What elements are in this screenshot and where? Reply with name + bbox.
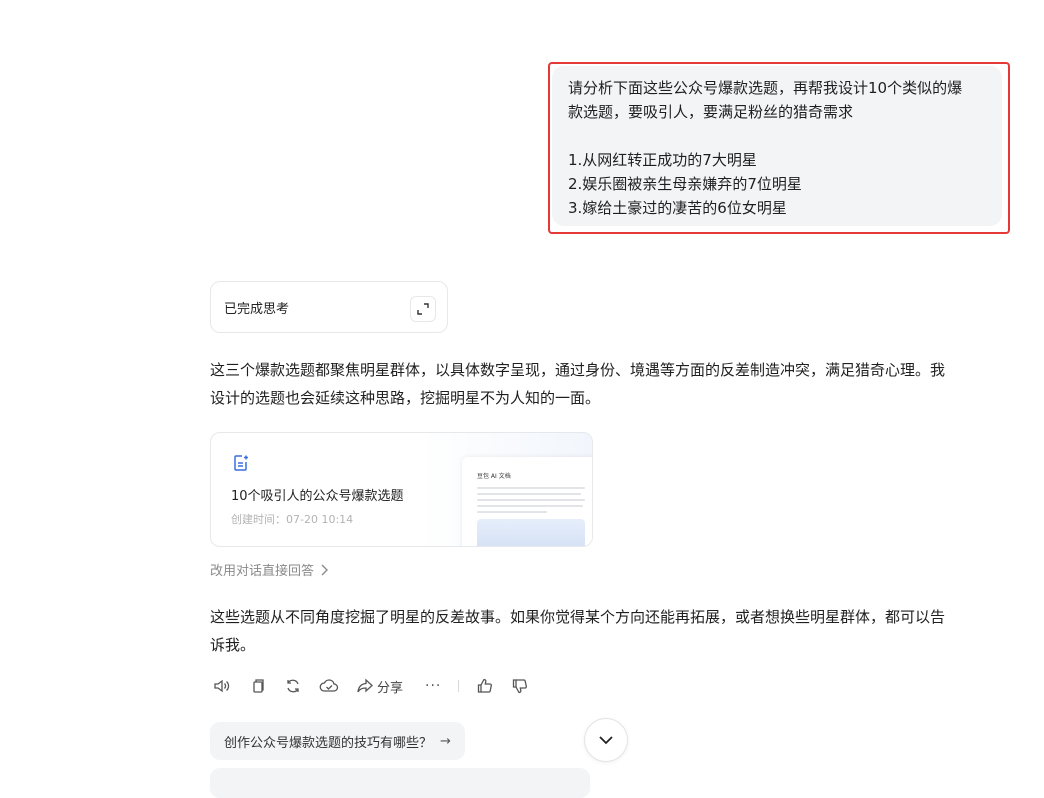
response-intro-line: 这三个爆款选题都聚焦明星群体，以具体数字呈现，通过身份、境遇等方面的反差制造冲突…	[210, 361, 946, 379]
preview-line	[477, 487, 585, 489]
cloud-check-icon	[319, 679, 339, 692]
message-action-bar: 分享 ···	[212, 676, 542, 696]
ai-doc-icon	[234, 455, 248, 471]
preview-line	[477, 493, 581, 495]
read-aloud-button[interactable]	[212, 676, 230, 696]
save-button[interactable]	[319, 676, 339, 696]
arrow-right-icon: →	[440, 733, 451, 749]
speaker-icon	[214, 679, 230, 693]
copy-icon	[253, 679, 264, 693]
thinking-label: 已完成思考	[224, 302, 290, 317]
doc-created-time: 创建时间：07-20 10:14	[231, 513, 354, 526]
like-button[interactable]	[476, 676, 494, 696]
scroll-to-bottom-button[interactable]	[584, 718, 628, 762]
chevron-down-icon	[599, 736, 613, 745]
expand-button[interactable]	[410, 296, 436, 322]
thumbs-up-icon	[477, 678, 492, 693]
switch-link-label: 改用对话直接回答	[210, 564, 315, 579]
preview-image	[477, 519, 585, 546]
copy-button[interactable]	[249, 676, 267, 696]
regenerate-button[interactable]	[284, 676, 302, 696]
doc-preview-title: 豆包 AI 文档	[477, 473, 511, 480]
thinking-panel[interactable]: 已完成思考	[210, 281, 448, 333]
response-closing-line: 诉我。	[210, 636, 256, 654]
expand-icon	[417, 303, 429, 315]
suggested-question[interactable]	[210, 768, 590, 798]
suggested-question-text: 创作公众号爆款选题的技巧有哪些？	[224, 735, 433, 751]
share-label: 分享	[377, 680, 404, 696]
response-closing: 这些选题从不同角度挖掘了明星的反差故事。如果你觉得某个方向还能再拓展，或者想换些…	[210, 603, 1000, 659]
doc-title: 10个吸引人的公众号爆款选题	[231, 489, 404, 504]
suggested-question[interactable]: 创作公众号爆款选题的技巧有哪些？ →	[210, 722, 465, 760]
switch-to-chat-link[interactable]: 改用对话直接回答	[210, 560, 329, 579]
response-intro-line: 设计的选题也会延续这种思路，挖掘明星不为人知的一面。	[210, 389, 601, 407]
share-icon	[357, 678, 373, 693]
response-closing-line: 这些选题从不同角度挖掘了明星的反差故事。如果你觉得某个方向还能再拓展，或者想换些…	[210, 608, 946, 626]
doc-preview-thumbnail: 豆包 AI 文档	[462, 457, 592, 546]
share-button[interactable]: 分享	[356, 676, 403, 696]
chevron-right-icon	[321, 564, 329, 575]
action-divider	[458, 680, 459, 692]
thumbs-down-icon	[512, 679, 527, 694]
dislike-button[interactable]	[511, 676, 529, 696]
response-intro: 这三个爆款选题都聚焦明星群体，以具体数字呈现，通过身份、境遇等方面的反差制造冲突…	[210, 356, 1000, 412]
more-icon: ···	[425, 678, 442, 694]
preview-line	[477, 499, 585, 501]
preview-line	[477, 511, 547, 513]
preview-line	[477, 505, 583, 507]
more-button[interactable]: ···	[425, 676, 441, 696]
refresh-icon	[287, 679, 299, 693]
doc-card[interactable]: 10个吸引人的公众号爆款选题 创建时间：07-20 10:14 豆包 AI 文档	[210, 432, 593, 547]
red-highlight-frame	[548, 62, 1010, 234]
